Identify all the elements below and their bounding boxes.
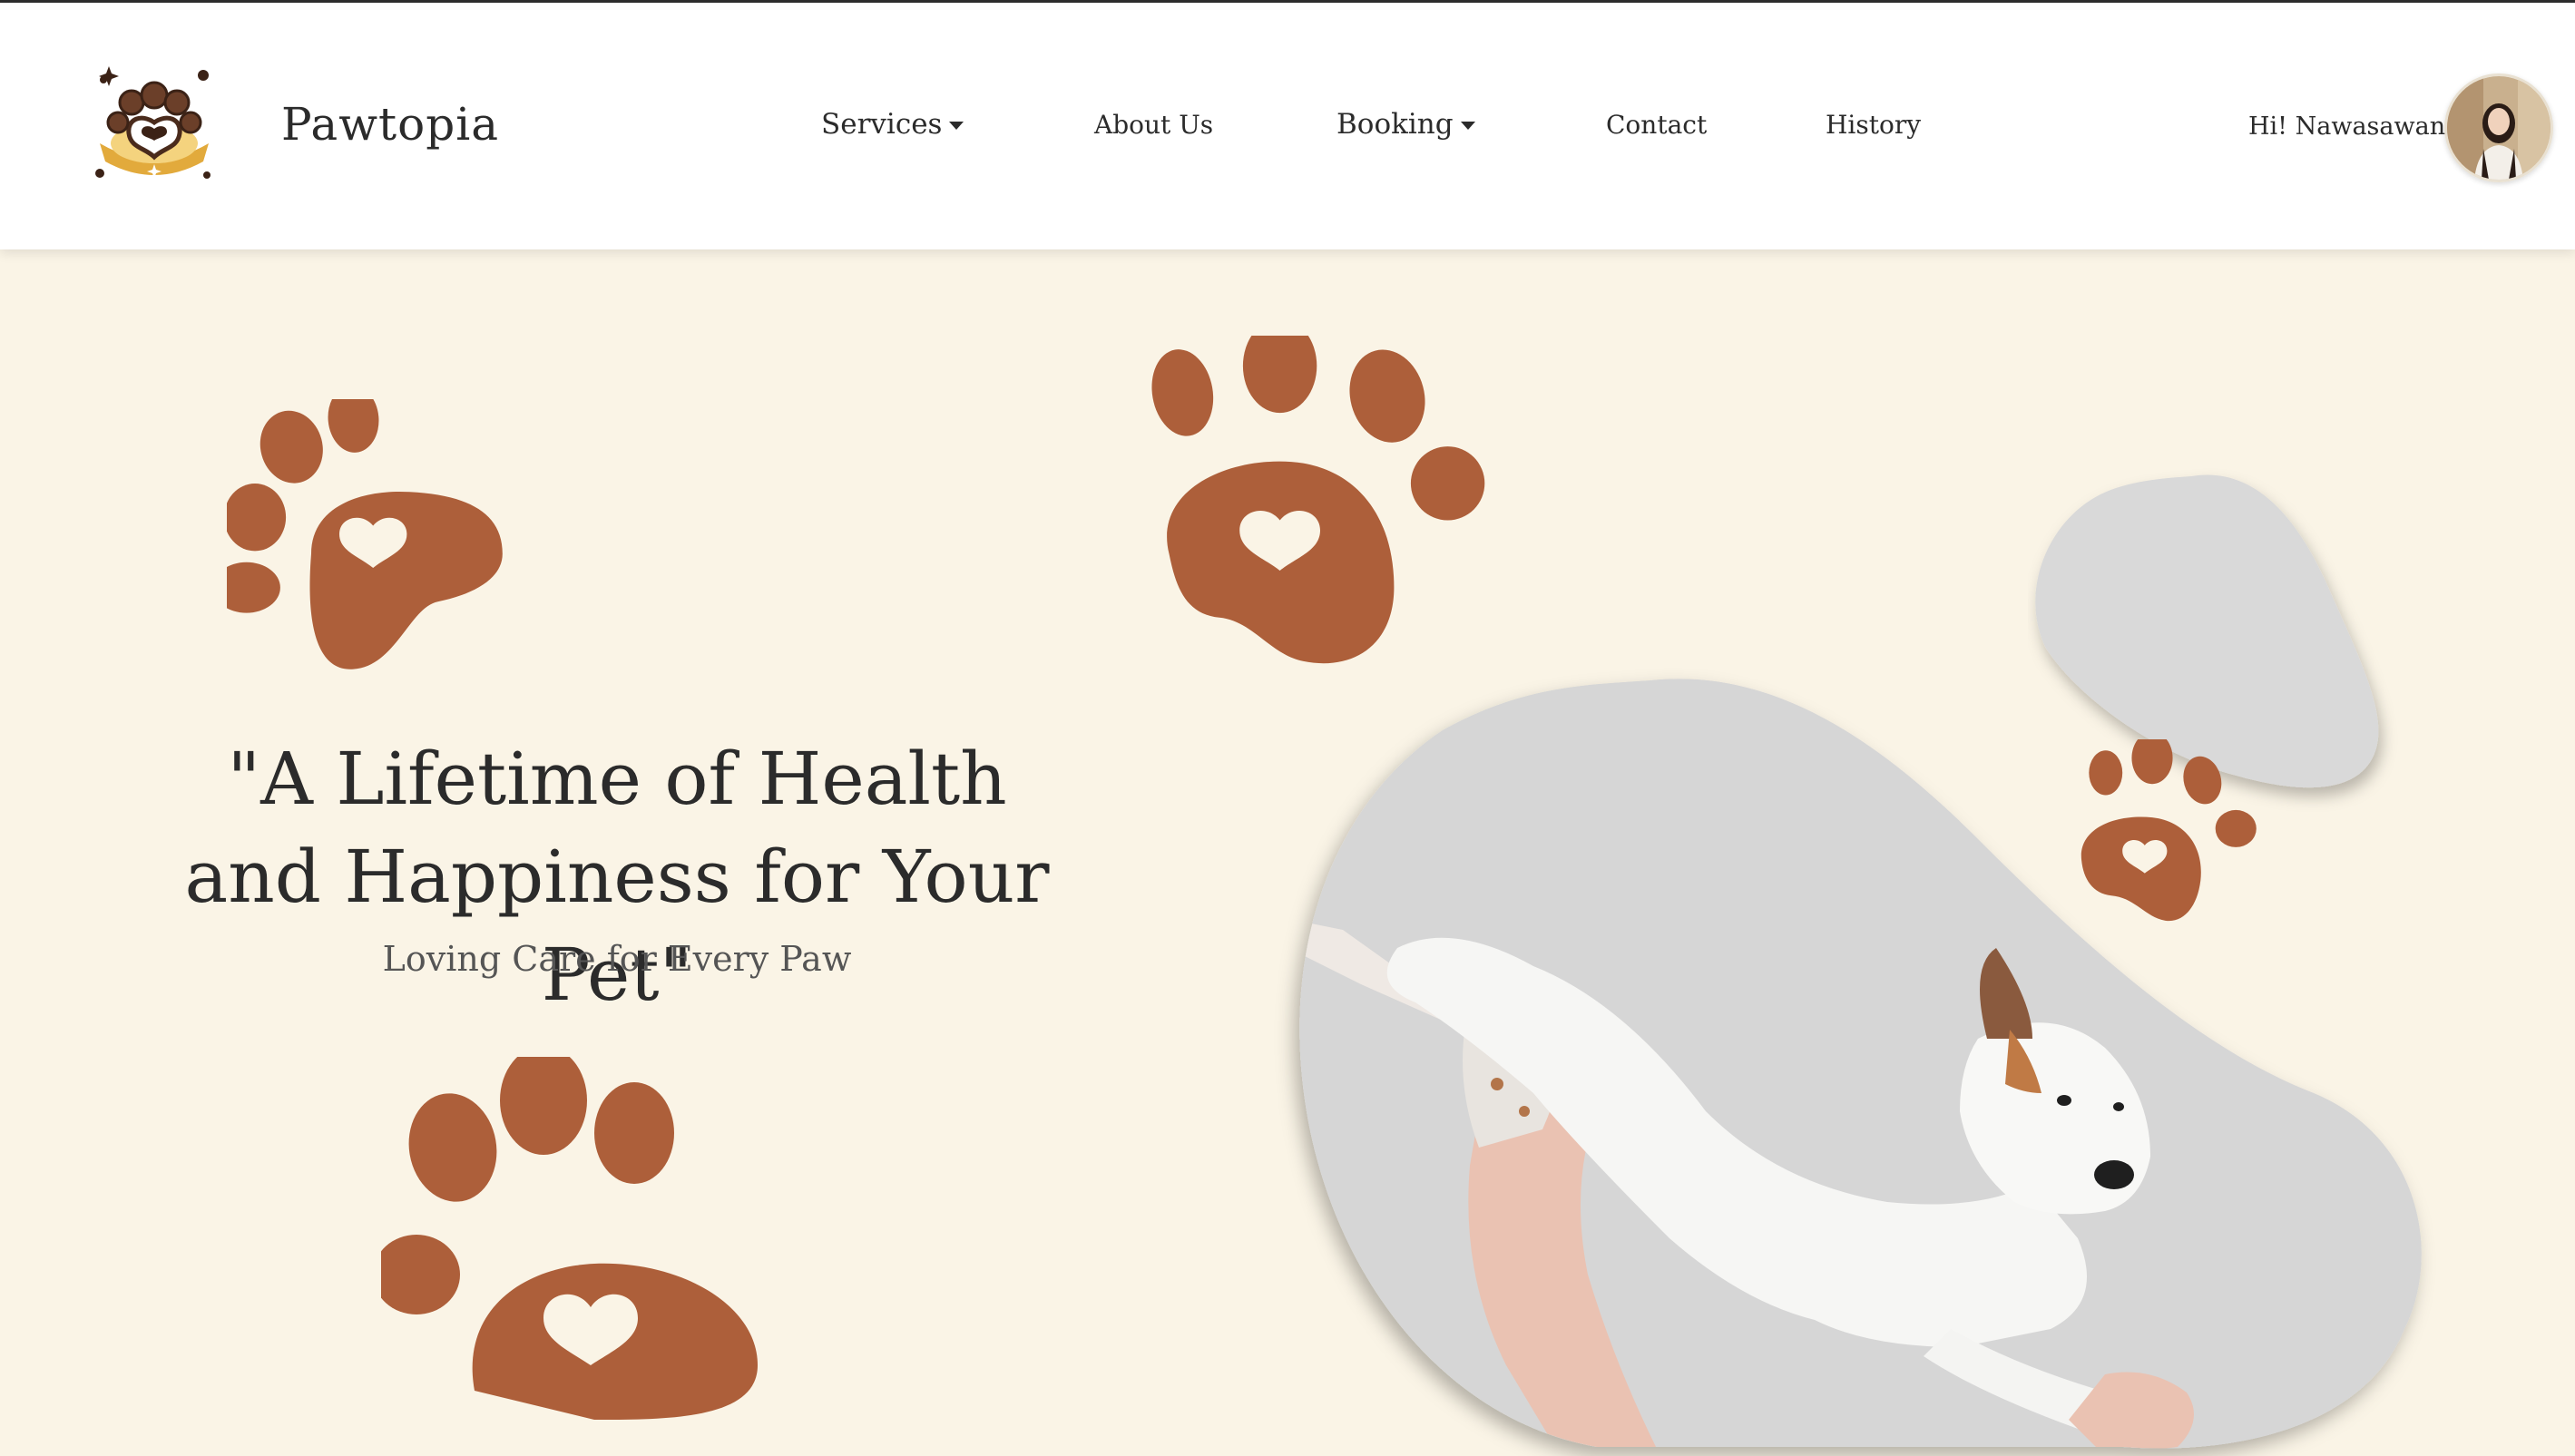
nav-services-dropdown[interactable]: Services [821, 108, 964, 141]
pawtopia-logo-icon[interactable] [91, 57, 218, 193]
user-greeting: Hi! Nawasawan [2248, 112, 2446, 141]
paw-print-icon [227, 399, 503, 669]
hero-headline: "A Lifetime of Health and Happiness for … [118, 730, 1116, 1024]
headline-line-2: and Happiness for Your Pet" [184, 835, 1050, 1017]
hero-section: "A Lifetime of Health and Happiness for … [0, 249, 2575, 1449]
nav-history[interactable]: History [1826, 110, 1921, 140]
nav-about-us[interactable]: About Us [1094, 110, 1213, 140]
user-avatar[interactable] [2444, 73, 2553, 182]
paw-print-icon [1151, 336, 1485, 664]
nav-booking-dropdown[interactable]: Booking [1336, 108, 1475, 141]
headline-line-1: "A Lifetime of Health [227, 737, 1007, 821]
nav-services-label: Services [821, 108, 943, 141]
paw-print-icon [2081, 739, 2257, 922]
navbar: Pawtopia Services About Us Booking Conta… [0, 3, 2575, 249]
brand-name[interactable]: Pawtopia [281, 98, 499, 151]
hero-tagline: Loving Care for Every Paw [382, 939, 852, 979]
caret-down-icon [1460, 122, 1475, 130]
nav-contact[interactable]: Contact [1606, 110, 1707, 140]
paw-print-icon [381, 1057, 758, 1420]
nav-booking-label: Booking [1336, 108, 1454, 141]
caret-down-icon [949, 122, 964, 130]
